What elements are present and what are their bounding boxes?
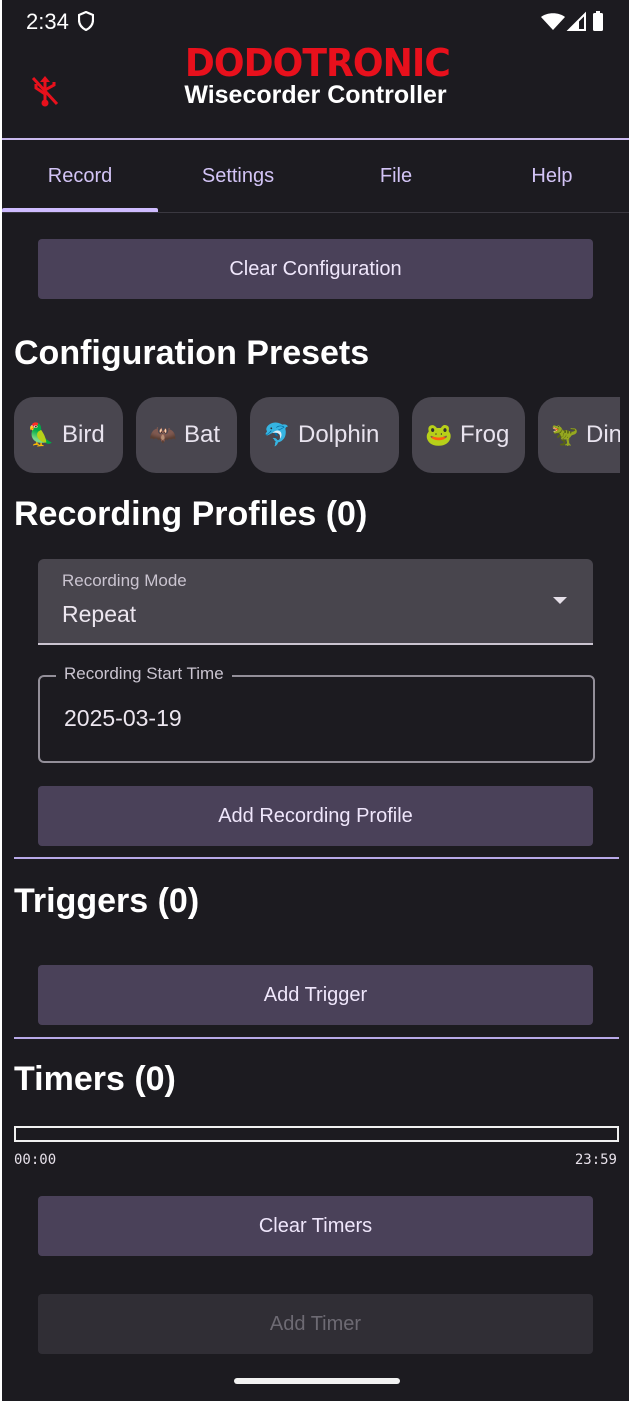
frog-icon: 🐸 — [425, 422, 453, 447]
tab-file[interactable]: File — [318, 140, 474, 212]
preset-label: Bat — [184, 421, 221, 448]
dinosaur-icon: 🦖 — [551, 422, 579, 447]
recording-start-time-value[interactable]: 2025-03-19 — [64, 705, 182, 732]
timers-timeline[interactable] — [14, 1126, 619, 1142]
preset-chip-dinosaur[interactable]: 🦖 Dinosaur — [538, 397, 620, 473]
shield-icon — [77, 10, 95, 36]
app-title: Wisecorder Controller — [184, 81, 447, 109]
section-divider — [14, 1037, 619, 1039]
status-bar: 2:34 — [2, 0, 629, 44]
tab-settings[interactable]: Settings — [160, 140, 316, 212]
signal-icon — [566, 11, 586, 31]
brand-wordmark: DODOTRONIC — [184, 41, 451, 85]
brand-logo: DODOTRONIC — [178, 41, 452, 85]
timeline-start-label: 00:00 — [14, 1152, 57, 1168]
tabs-divider — [2, 212, 629, 213]
recording-mode-value: Repeat — [62, 601, 137, 627]
recording-start-time-label: Recording Start Time — [56, 664, 232, 684]
add-timer-button[interactable]: Add Timer — [38, 1294, 593, 1354]
preset-label: Bird — [62, 421, 105, 448]
recording-mode-dropdown[interactable]: Recording Mode Repeat — [38, 559, 593, 645]
app-screen: 2:34 DODOTRONIC Wisecorder Controller Re… — [2, 0, 629, 1401]
preset-chip-bat[interactable]: 🦇 Bat — [136, 397, 237, 473]
preset-chip-frog[interactable]: 🐸 Frog — [412, 397, 525, 473]
bat-icon: 🦇 — [149, 422, 177, 447]
tab-record[interactable]: Record — [2, 140, 158, 212]
battery-icon — [593, 11, 603, 31]
recording-profiles-title: Recording Profiles (0) — [14, 495, 368, 533]
add-recording-profile-button[interactable]: Add Recording Profile — [38, 786, 593, 846]
preset-label: Dinosaur — [586, 421, 620, 448]
timers-title: Timers (0) — [14, 1060, 176, 1098]
presets-chip-row[interactable]: 🦜 Bird 🦇 Bat 🐬 Dolphin 🐸 Frog 🦖 Dinosaur — [14, 397, 620, 473]
preset-label: Dolphin — [298, 421, 380, 448]
preset-label: Frog — [460, 421, 510, 448]
recording-mode-label: Recording Mode — [62, 571, 187, 590]
clear-configuration-button[interactable]: Clear Configuration — [38, 239, 593, 299]
preset-chip-bird[interactable]: 🦜 Bird — [14, 397, 123, 473]
timeline-end-label: 23:59 — [574, 1152, 617, 1168]
parrot-icon: 🦜 — [27, 422, 55, 447]
section-divider — [14, 857, 619, 859]
presets-title: Configuration Presets — [14, 334, 370, 372]
dropdown-arrow-icon[interactable] — [553, 597, 567, 604]
wifi-icon — [541, 13, 565, 30]
tab-help[interactable]: Help — [474, 140, 629, 212]
system-icons — [539, 11, 609, 38]
dolphin-icon: 🐬 — [263, 422, 291, 447]
status-time: 2:34 — [26, 9, 69, 34]
recording-start-time-field[interactable]: Recording Start Time 2025-03-19 — [38, 664, 595, 763]
app-header: DODOTRONIC Wisecorder Controller — [2, 44, 629, 138]
preset-chip-dolphin[interactable]: 🐬 Dolphin — [250, 397, 399, 473]
add-trigger-button[interactable]: Add Trigger — [38, 965, 593, 1025]
triggers-title: Triggers (0) — [14, 882, 200, 920]
clear-timers-button[interactable]: Clear Timers — [38, 1196, 593, 1256]
home-indicator[interactable] — [234, 1378, 400, 1384]
tab-bar: Record Settings File Help — [2, 140, 629, 212]
